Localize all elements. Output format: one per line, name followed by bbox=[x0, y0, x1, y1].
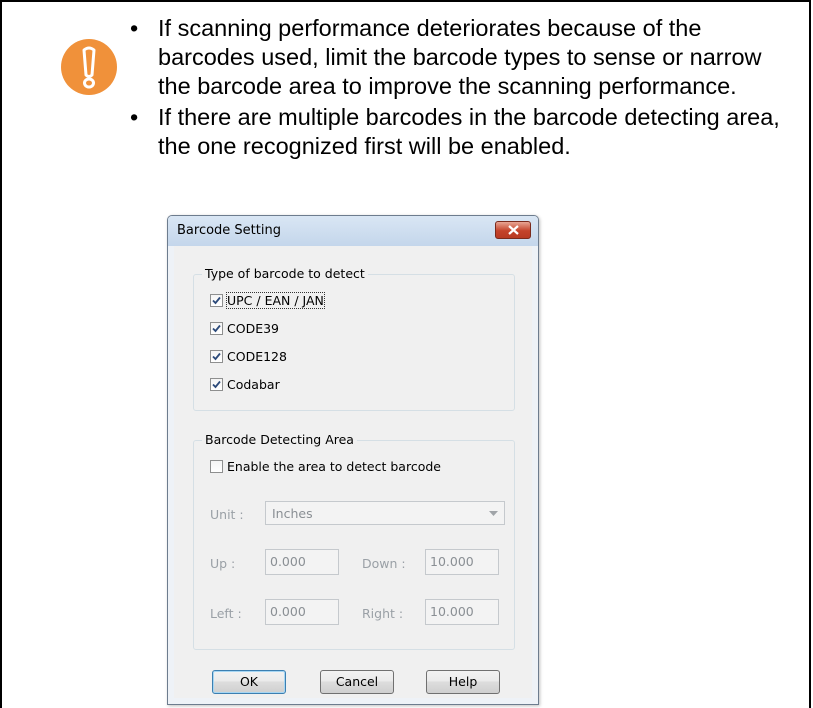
right-label: Right : bbox=[362, 606, 404, 621]
caution-icon bbox=[60, 38, 118, 96]
checkbox[interactable] bbox=[210, 459, 223, 473]
up-input[interactable]: 0.000 bbox=[265, 549, 339, 575]
checkbox-codabar[interactable]: Codabar bbox=[210, 375, 280, 393]
note-item: • If scanning performance deteriorates b… bbox=[120, 14, 800, 101]
note-text: If scanning performance deteriorates bec… bbox=[158, 15, 762, 99]
dialog-titlebar[interactable]: Barcode Setting bbox=[168, 216, 538, 246]
up-label: Up : bbox=[210, 556, 236, 571]
bullet: • bbox=[130, 104, 139, 130]
checkmark-icon bbox=[212, 296, 221, 304]
cancel-button[interactable]: Cancel bbox=[320, 670, 394, 694]
checkbox[interactable] bbox=[210, 321, 223, 335]
help-button[interactable]: Help bbox=[426, 670, 500, 694]
unit-value: Inches bbox=[272, 506, 313, 521]
group-legend: Barcode Detecting Area bbox=[202, 432, 357, 447]
left-input[interactable]: 0.000 bbox=[265, 599, 339, 625]
left-label: Left : bbox=[210, 606, 242, 621]
unit-label: Unit : bbox=[210, 507, 244, 522]
bullet: • bbox=[130, 15, 139, 41]
down-input[interactable]: 10.000 bbox=[425, 549, 499, 575]
checkbox[interactable] bbox=[210, 349, 223, 363]
notes-list: • If scanning performance deteriorates b… bbox=[120, 14, 800, 163]
checkbox-label: Codabar bbox=[227, 376, 280, 392]
ok-button[interactable]: OK bbox=[212, 670, 286, 694]
checkbox-code39[interactable]: CODE39 bbox=[210, 319, 279, 337]
right-input[interactable]: 10.000 bbox=[425, 599, 499, 625]
checkbox-upc-ean-jan[interactable]: UPC / EAN / JAN bbox=[210, 291, 325, 309]
checkbox-label: CODE39 bbox=[227, 320, 279, 336]
barcode-type-group: Type of barcode to detect UPC / EAN / JA… bbox=[193, 266, 515, 411]
close-button[interactable] bbox=[495, 221, 531, 239]
dialog-client: Type of barcode to detect UPC / EAN / JA… bbox=[174, 246, 532, 698]
up-value: 0.000 bbox=[270, 554, 306, 569]
down-label: Down : bbox=[362, 556, 406, 571]
chevron-down-icon bbox=[489, 511, 498, 516]
checkbox-label: UPC / EAN / JAN bbox=[226, 291, 325, 309]
group-legend: Type of barcode to detect bbox=[202, 266, 368, 281]
note-item: • If there are multiple barcodes in the … bbox=[120, 103, 800, 161]
checkbox-enable-area[interactable]: Enable the area to detect barcode bbox=[210, 457, 441, 475]
checkbox[interactable] bbox=[210, 377, 223, 391]
left-value: 0.000 bbox=[270, 604, 306, 619]
checkmark-icon bbox=[212, 352, 221, 360]
dialog-title: Barcode Setting bbox=[177, 223, 281, 238]
checkmark-icon bbox=[212, 324, 221, 332]
note-text: If there are multiple barcodes in the ba… bbox=[158, 104, 780, 159]
checkmark-icon bbox=[212, 380, 221, 388]
checkbox-code128[interactable]: CODE128 bbox=[210, 347, 287, 365]
down-value: 10.000 bbox=[430, 554, 474, 569]
unit-select[interactable]: Inches bbox=[265, 501, 505, 525]
right-value: 10.000 bbox=[430, 604, 474, 619]
checkbox[interactable] bbox=[210, 293, 223, 307]
checkbox-label: CODE128 bbox=[227, 348, 287, 364]
checkbox-label: Enable the area to detect barcode bbox=[227, 458, 441, 474]
close-icon bbox=[508, 225, 519, 235]
barcode-setting-dialog: Barcode Setting Type of barcode to detec… bbox=[167, 215, 539, 705]
